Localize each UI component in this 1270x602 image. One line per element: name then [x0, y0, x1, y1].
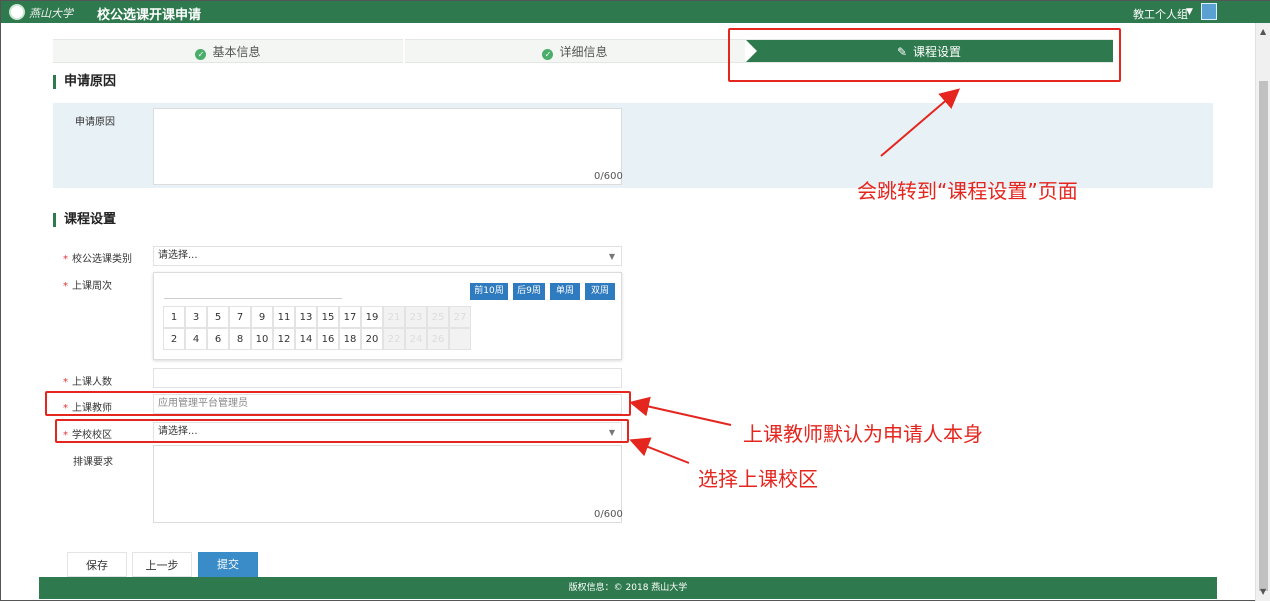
arrow-to-teacher: [629, 396, 732, 426]
arrow-to-step: [880, 88, 961, 157]
annotation-teacher: 上课教师默认为申请人本身: [743, 422, 983, 446]
arrow-to-campus: [629, 437, 690, 464]
annotation-jump: 会跳转到“课程设置”页面: [857, 179, 1078, 203]
app-window: 燕山大学 校公选课开课申请 教工个人组 ▼ ▲ ▼ ✓ 基本信息 ✓ 详细信息 ✎ 课…: [0, 0, 1270, 601]
annotation-campus: 选择上课校区: [698, 467, 818, 491]
annotation-arrows: [629, 88, 961, 464]
